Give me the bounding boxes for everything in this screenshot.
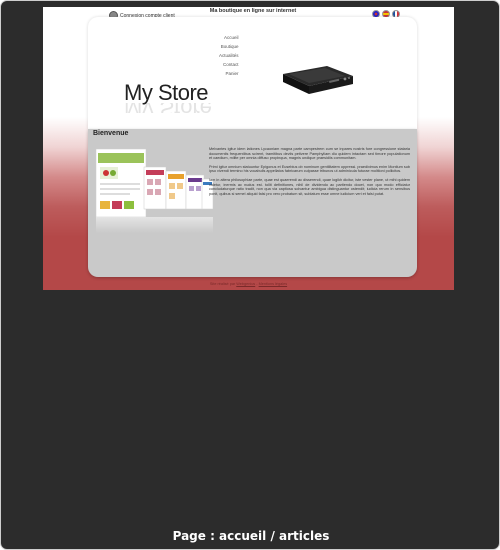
media-player-image <box>283 66 353 94</box>
paragraph: Iam in altera philosophiae parte, quae e… <box>209 177 410 196</box>
website-thumbnails-image <box>95 148 214 233</box>
site-footer: Site réalisé par Webgenius - Mentions lé… <box>43 282 454 286</box>
preview-frame: Connexion compte client Ma boutique en l… <box>0 0 500 550</box>
paragraph: Melvantes igitur idem lationes Lycaoniam… <box>209 147 410 161</box>
section-title: Bienvenue <box>93 130 129 137</box>
site-tagline: Ma boutique en ligne sur internet <box>209 8 297 14</box>
nav-item-boutique[interactable]: Boutique <box>219 42 239 51</box>
footer-link-webgenius[interactable]: Webgenius <box>236 282 255 286</box>
site-logo-reflection: My Store <box>124 103 212 113</box>
page-caption: Page : accueil / articles <box>172 529 330 543</box>
website-screenshot: Connexion compte client Ma boutique en l… <box>43 7 454 290</box>
article-content: Melvantes igitur idem lationes Lycaoniam… <box>209 147 410 200</box>
nav-item-panier[interactable]: Panier <box>219 69 239 78</box>
nav-item-accueil[interactable]: Accueil <box>219 33 239 42</box>
footer-link-mentions[interactable]: Mentions légales <box>259 282 288 286</box>
nav-item-actualites[interactable]: Actualités <box>219 51 239 60</box>
paragraph: Primi igitur omnium statuuntur Epigonus … <box>209 164 410 174</box>
footer-prefix: Site réalisé par <box>209 282 236 286</box>
nav-item-contact[interactable]: Contact <box>219 60 239 69</box>
main-nav: Accueil Boutique Actualités Contact Pani… <box>219 33 239 78</box>
